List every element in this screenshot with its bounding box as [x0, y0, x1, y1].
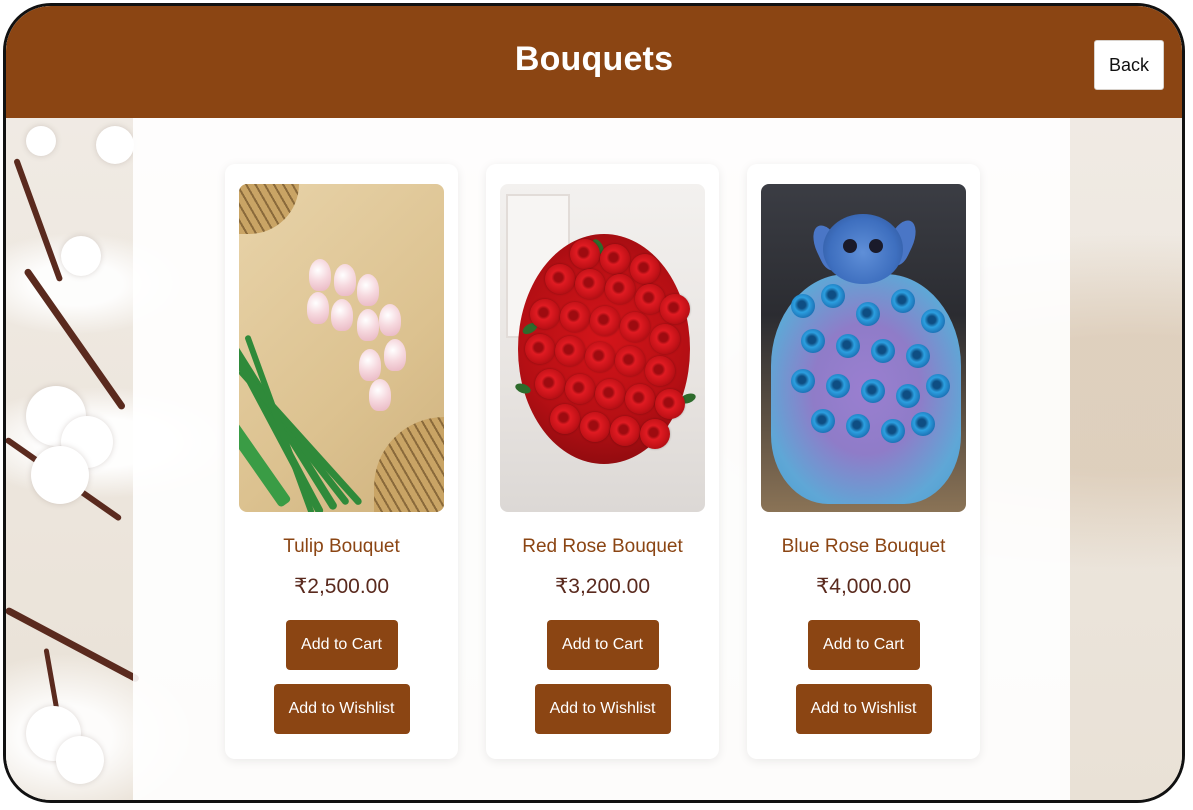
- product-grid: Tulip Bouquet ₹2,500.00 Add to Cart Add …: [225, 164, 980, 759]
- add-to-wishlist-button[interactable]: Add to Wishlist: [795, 684, 932, 734]
- product-card-blue-rose-bouquet: Blue Rose Bouquet ₹4,000.00 Add to Cart …: [747, 164, 980, 759]
- add-to-wishlist-button[interactable]: Add to Wishlist: [273, 684, 410, 734]
- product-name: Red Rose Bouquet: [522, 536, 683, 557]
- product-name: Blue Rose Bouquet: [781, 536, 946, 557]
- product-price: ₹2,500.00: [293, 575, 390, 598]
- add-to-wishlist-button[interactable]: Add to Wishlist: [534, 684, 671, 734]
- blue-rose-bouquet-image[interactable]: [761, 184, 966, 512]
- product-card-tulip-bouquet: Tulip Bouquet ₹2,500.00 Add to Cart Add …: [225, 164, 458, 759]
- app-window: Bouquets Back Tulip Bouquet ₹2,500.00 Ad…: [3, 3, 1185, 803]
- add-to-cart-button[interactable]: Add to Cart: [285, 620, 398, 670]
- product-price: ₹3,200.00: [554, 575, 651, 598]
- product-price: ₹4,000.00: [815, 575, 912, 598]
- page-title: Bouquets: [514, 40, 674, 78]
- add-to-cart-button[interactable]: Add to Cart: [546, 620, 659, 670]
- red-rose-bouquet-image[interactable]: [500, 184, 705, 512]
- add-to-cart-button[interactable]: Add to Cart: [807, 620, 920, 670]
- product-name: Tulip Bouquet: [283, 536, 400, 557]
- back-button[interactable]: Back: [1094, 40, 1164, 90]
- page-header: Bouquets Back: [6, 6, 1182, 118]
- product-card-red-rose-bouquet: Red Rose Bouquet ₹3,200.00 Add to Cart A…: [486, 164, 719, 759]
- products-panel: Tulip Bouquet ₹2,500.00 Add to Cart Add …: [133, 116, 1070, 800]
- tulip-bouquet-image[interactable]: [239, 184, 444, 512]
